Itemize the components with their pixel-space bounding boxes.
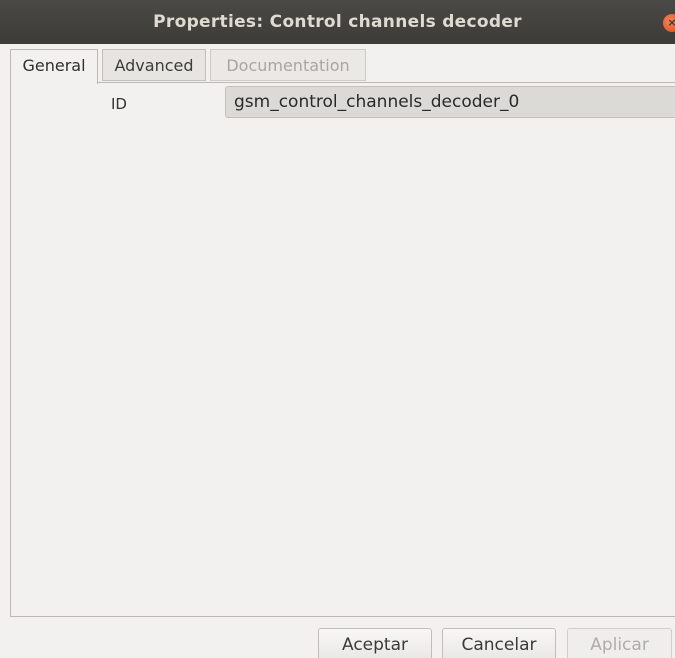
general-tab-panel: ID gsm_control_channels_decoder_0	[10, 82, 675, 617]
accept-button[interactable]: Aceptar	[318, 628, 432, 658]
tab-general[interactable]: General	[10, 49, 98, 84]
cancel-button[interactable]: Cancelar	[442, 628, 556, 658]
window-title: Properties: Control channels decoder	[153, 12, 522, 32]
title-bar[interactable]: Properties: Control channels decoder ×	[0, 0, 675, 44]
apply-button[interactable]: Aplicar	[567, 628, 672, 658]
close-icon[interactable]: ×	[663, 14, 675, 32]
tab-advanced[interactable]: Advanced	[102, 49, 206, 81]
id-input[interactable]: gsm_control_channels_decoder_0	[225, 86, 675, 118]
tab-documentation[interactable]: Documentation	[210, 49, 366, 81]
properties-dialog: Properties: Control channels decoder × G…	[0, 0, 675, 658]
id-label: ID	[111, 95, 127, 113]
